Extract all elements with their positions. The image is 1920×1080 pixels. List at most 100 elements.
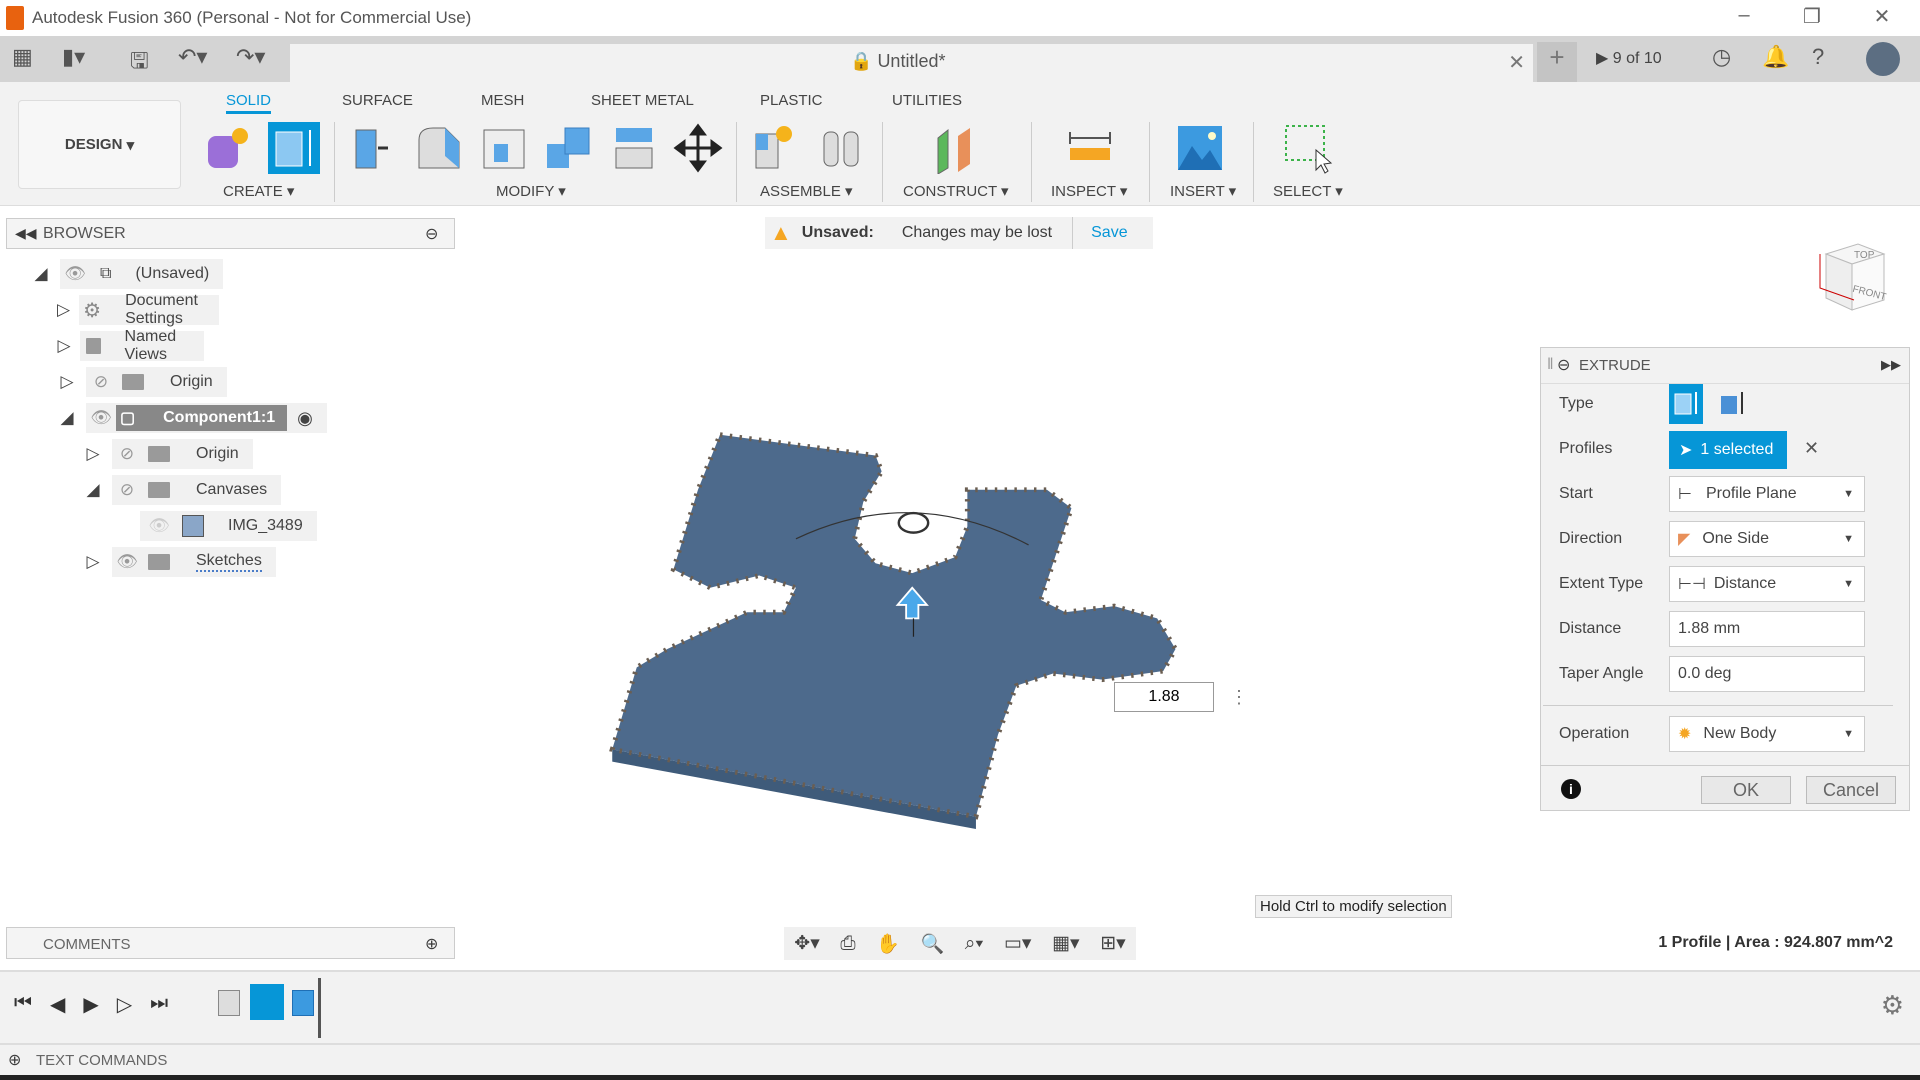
collapse-dialog-icon[interactable]: ⊖ [1557, 355, 1570, 375]
cancel-button[interactable]: Cancel [1806, 776, 1896, 804]
collapse-browser-icon[interactable]: ◀◀ [15, 225, 37, 242]
shell-icon[interactable] [478, 122, 530, 174]
collapse-icon[interactable]: ◢ [30, 264, 52, 284]
insert-menu[interactable]: INSERT ▾ [1170, 182, 1236, 200]
joint-icon[interactable] [816, 122, 868, 174]
modify-menu[interactable]: MODIFY ▾ [496, 182, 566, 200]
text-commands-bar[interactable]: ⊕ TEXT COMMANDS [0, 1043, 1920, 1075]
move-icon[interactable] [672, 122, 724, 174]
go-to-end-icon[interactable]: ⏭ [150, 992, 168, 1017]
activate-radio-icon[interactable]: ◉ [297, 408, 313, 429]
create-component-icon[interactable] [202, 122, 254, 174]
grid-icon[interactable]: ▦▾ [1052, 932, 1080, 955]
expand-text-commands-icon[interactable]: ⊕ [8, 1050, 21, 1070]
tab-utilities[interactable]: UTILITIES [892, 92, 962, 109]
timeline-settings-gear-icon[interactable]: ⚙ [1881, 990, 1904, 1021]
type-thin-button[interactable] [1715, 384, 1749, 424]
collapse-icon[interactable]: ◢ [82, 480, 104, 500]
avatar[interactable] [1866, 42, 1900, 76]
offset-face-icon[interactable] [608, 122, 660, 174]
tree-item-component-origin[interactable]: ▷ ⊘ Origin [82, 439, 253, 469]
tree-item-root[interactable]: ◢ 👁 ⧉ (Unsaved) [30, 259, 224, 289]
close-window-button[interactable]: ✕ [1862, 4, 1902, 32]
timeline-sketch-icon[interactable] [250, 984, 284, 1020]
tab-plastic[interactable]: PLASTIC [760, 92, 823, 109]
clock-icon[interactable]: ◷ [1712, 44, 1731, 70]
visibility-eye-icon[interactable]: 👁 [112, 552, 142, 572]
more-options-icon[interactable]: ⋮ [1230, 687, 1248, 708]
drag-handle[interactable]: ‖ [1547, 356, 1554, 374]
timeline-marker[interactable] [318, 978, 321, 1038]
type-solid-button[interactable] [1669, 384, 1703, 424]
step-forward-icon[interactable]: ▷ [117, 992, 132, 1017]
visibility-eye-icon[interactable]: 👁 [60, 264, 90, 284]
browser-minimize-icon[interactable]: ⊖ [425, 224, 438, 244]
fit-zoom-icon[interactable]: ⌕▾ [965, 933, 984, 955]
help-icon[interactable]: ? [1812, 44, 1824, 70]
pan-hand-icon[interactable]: ✋ [876, 932, 900, 956]
fillet-icon[interactable] [413, 122, 465, 174]
operation-dropdown[interactable]: ✹ New Body ▼ [1669, 716, 1865, 752]
file-menu-icon[interactable]: ▮▾ [62, 44, 85, 70]
tree-item-canvases[interactable]: ◢ ⊘ Canvases [82, 475, 282, 505]
visibility-eye-icon[interactable]: 👁 [144, 516, 174, 536]
tree-item-img-3489[interactable]: 👁 IMG_3489 [140, 511, 317, 541]
profiles-selection-button[interactable]: ➤ 1 selected [1669, 431, 1787, 469]
orbit-icon[interactable]: ✥▾ [794, 932, 819, 955]
inspect-menu[interactable]: INSPECT ▾ [1051, 182, 1127, 200]
save-link[interactable]: Save [1091, 224, 1127, 242]
zoom-icon[interactable]: 🔍 [920, 932, 944, 956]
go-to-start-icon[interactable]: ⏮ [14, 992, 32, 1017]
undo-icon[interactable]: ↶▾ [178, 44, 207, 70]
select-menu[interactable]: SELECT ▾ [1273, 182, 1343, 200]
hidden-eye-icon[interactable]: ⊘ [112, 444, 142, 464]
distance-input[interactable] [1114, 682, 1214, 712]
visibility-eye-icon[interactable]: 👁 [86, 408, 116, 428]
measure-icon[interactable] [1064, 122, 1116, 174]
ok-button[interactable]: OK [1701, 776, 1791, 804]
extent-type-dropdown[interactable]: ⊢⊣ Distance ▼ [1669, 566, 1865, 602]
expand-icon[interactable]: ▷ [56, 300, 71, 320]
expand-icon[interactable]: ▷ [56, 336, 72, 356]
add-comment-icon[interactable]: ⊕ [425, 934, 438, 954]
minimize-button[interactable]: – [1724, 4, 1764, 32]
new-tab-button[interactable]: + [1537, 42, 1577, 82]
viewports-icon[interactable]: ⊞▾ [1100, 932, 1125, 955]
info-icon[interactable]: i [1561, 779, 1581, 799]
view-cube[interactable]: TOP FRONT [1812, 240, 1892, 322]
dialog-header[interactable]: ‖ ⊖ EXTRUDE ▶▶ [1541, 348, 1909, 384]
expand-icon[interactable]: ▷ [82, 444, 104, 464]
save-icon[interactable]: 🖫 [130, 44, 149, 82]
offset-plane-icon[interactable] [930, 122, 982, 174]
document-tab[interactable]: 🔒 Untitled* ✕ [290, 44, 1533, 82]
app-grid-icon[interactable]: ▦ [12, 44, 33, 70]
tab-mesh[interactable]: MESH [481, 92, 524, 109]
expand-icon[interactable]: ▷ [56, 372, 78, 392]
hidden-eye-icon[interactable]: ⊘ [86, 372, 116, 392]
taper-angle-field[interactable]: 0.0 deg [1669, 656, 1865, 692]
extrude-icon[interactable] [268, 122, 320, 174]
tree-item-origin[interactable]: ▷ ⊘ Origin [56, 367, 227, 397]
hidden-eye-icon[interactable]: ⊘ [112, 480, 142, 500]
tab-sheet-metal[interactable]: SHEET METAL [591, 92, 694, 109]
tree-item-sketches[interactable]: ▷ 👁 Sketches [82, 547, 276, 577]
distance-field[interactable]: 1.88 mm [1669, 611, 1865, 647]
create-menu[interactable]: CREATE ▾ [223, 182, 294, 200]
assemble-menu[interactable]: ASSEMBLE ▾ [760, 182, 853, 200]
insert-canvas-icon[interactable] [1174, 122, 1226, 174]
workspace-dropdown[interactable]: DESIGN ▾ [18, 100, 181, 189]
press-pull-icon[interactable] [348, 122, 400, 174]
combine-icon[interactable] [543, 122, 595, 174]
expand-icon[interactable]: ▷ [82, 552, 104, 572]
tab-surface[interactable]: SURFACE [342, 92, 413, 109]
redo-icon[interactable]: ↷▾ [236, 44, 265, 70]
expand-dialog-icon[interactable]: ▶▶ [1881, 357, 1901, 373]
direction-dropdown[interactable]: ◤ One Side ▼ [1669, 521, 1865, 557]
tree-item-document-settings[interactable]: ▷ ⚙ Document Settings [56, 292, 219, 327]
start-dropdown[interactable]: ⊢ Profile Plane ▼ [1669, 476, 1865, 512]
collapse-icon[interactable]: ◢ [56, 408, 78, 428]
tab-solid[interactable]: SOLID [226, 92, 272, 114]
tree-item-component1[interactable]: ◢ 👁 ▢ Component1:1 ◉ [56, 403, 327, 433]
notification-bell-icon[interactable]: 🔔 [1762, 44, 1789, 70]
select-icon[interactable] [1282, 122, 1334, 174]
